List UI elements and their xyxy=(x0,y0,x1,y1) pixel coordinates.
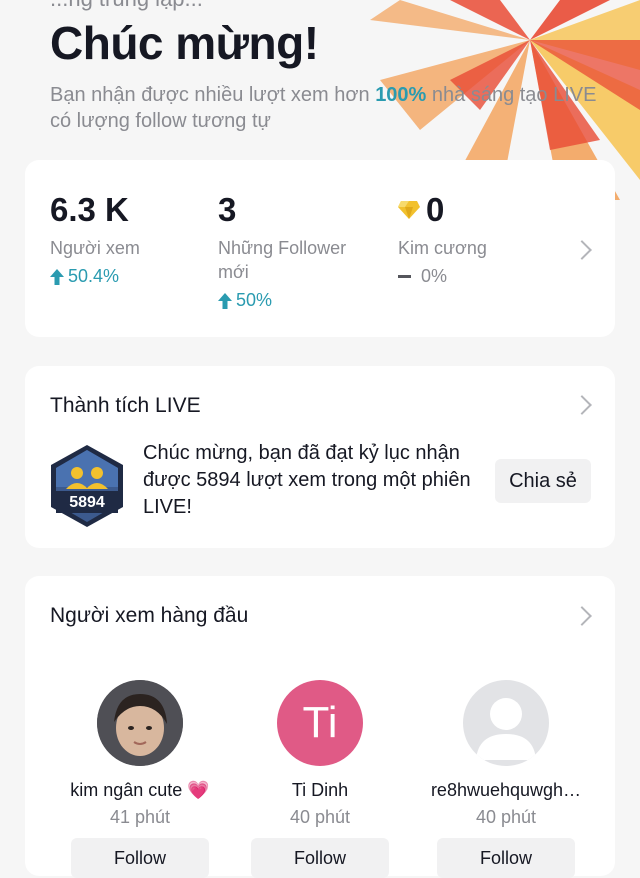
top-viewer-item[interactable]: Ti Ti Dinh 40 phút xyxy=(225,680,415,828)
share-button[interactable]: Chia sẻ xyxy=(495,459,591,503)
achievements-heading: Thành tích LIVE xyxy=(50,394,201,417)
top-viewers-card: Người xem hàng đầu kim ngân cute 💗 41 ph… xyxy=(25,576,615,878)
viewer-name: Ti Dinh xyxy=(291,780,349,800)
dash-icon xyxy=(398,275,411,278)
default-avatar-icon xyxy=(476,698,536,760)
up-arrow-icon xyxy=(50,268,64,285)
followers-label: Những Follower mới xyxy=(218,236,346,284)
viewer-name: kim ngân cute 💗 xyxy=(70,780,210,800)
viewer-watch-time: 40 phút xyxy=(475,807,537,827)
top-viewer-item[interactable]: kim ngân cute 💗 41 phút xyxy=(45,680,235,828)
diamonds-delta-value: 0% xyxy=(421,266,448,286)
diamond-icon xyxy=(398,201,420,219)
avatar xyxy=(97,680,183,766)
badge-number: 5894 xyxy=(69,494,105,511)
diamonds-value: 0 xyxy=(426,191,445,228)
viewers-delta-value: 50.4% xyxy=(68,266,120,286)
followers-delta-value: 50% xyxy=(236,290,273,310)
page-title: Chúc mừng! xyxy=(50,17,319,69)
followers-label-line2: mới xyxy=(218,262,249,282)
subtitle-highlight: 100% xyxy=(375,84,427,106)
avatar xyxy=(463,680,549,766)
viewers-value: 6.3 K xyxy=(50,191,129,228)
followers-label-line1: Những Follower xyxy=(218,238,347,258)
up-arrow-icon xyxy=(218,292,232,309)
followers-value: 3 xyxy=(218,191,237,228)
follow-button[interactable]: Follow xyxy=(251,838,389,878)
diamonds-delta: 0% xyxy=(398,266,487,287)
subtitle-prefix: Bạn nhận được nhiều lượt xem hơn xyxy=(50,84,376,106)
achievement-text: Chúc mừng, bạn đã đạt kỷ lục nhận được 5… xyxy=(143,442,471,518)
viewers-stat: 6.3 K Người xem 50.4% xyxy=(50,192,140,287)
follow-button[interactable]: Follow xyxy=(71,838,209,878)
followers-delta: 50% xyxy=(218,290,346,311)
followers-stat: 3 Những Follower mới 50% xyxy=(218,192,346,311)
diamonds-stat: 0 Kim cương 0% xyxy=(398,192,487,287)
diamonds-value-row: 0 xyxy=(398,192,487,228)
header-cut-text: ...ng trung lập... xyxy=(50,0,203,12)
stats-card[interactable]: 6.3 K Người xem 50.4% 3 Những Follower mớ… xyxy=(25,160,615,337)
viewers-delta: 50.4% xyxy=(50,266,140,287)
live-achievements-card: Thành tích LIVE 5894 Chúc mừng, bạn đã đ… xyxy=(25,366,615,548)
follow-button[interactable]: Follow xyxy=(437,838,575,878)
top-viewer-item[interactable]: re8hwuehquwgh… 40 phút xyxy=(411,680,601,828)
viewer-watch-time: 40 phút xyxy=(289,807,351,827)
chevron-right-icon[interactable] xyxy=(572,606,592,626)
viewers-label: Người xem xyxy=(50,238,140,258)
viewer-watch-time: 41 phút xyxy=(109,807,171,827)
viewer-record-badge-icon: 5894 xyxy=(51,445,123,527)
avatar: Ti xyxy=(277,680,363,766)
viewer-name: re8hwuehquwgh… xyxy=(430,780,582,800)
page-subtitle: Bạn nhận được nhiều lượt xem hơn 100% nh… xyxy=(50,82,610,134)
top-viewers-heading: Người xem hàng đầu xyxy=(50,604,249,627)
profile-photo-icon xyxy=(97,680,183,766)
chevron-right-icon[interactable] xyxy=(572,240,592,260)
chevron-right-icon[interactable] xyxy=(572,395,592,415)
diamonds-label: Kim cương xyxy=(398,238,487,258)
